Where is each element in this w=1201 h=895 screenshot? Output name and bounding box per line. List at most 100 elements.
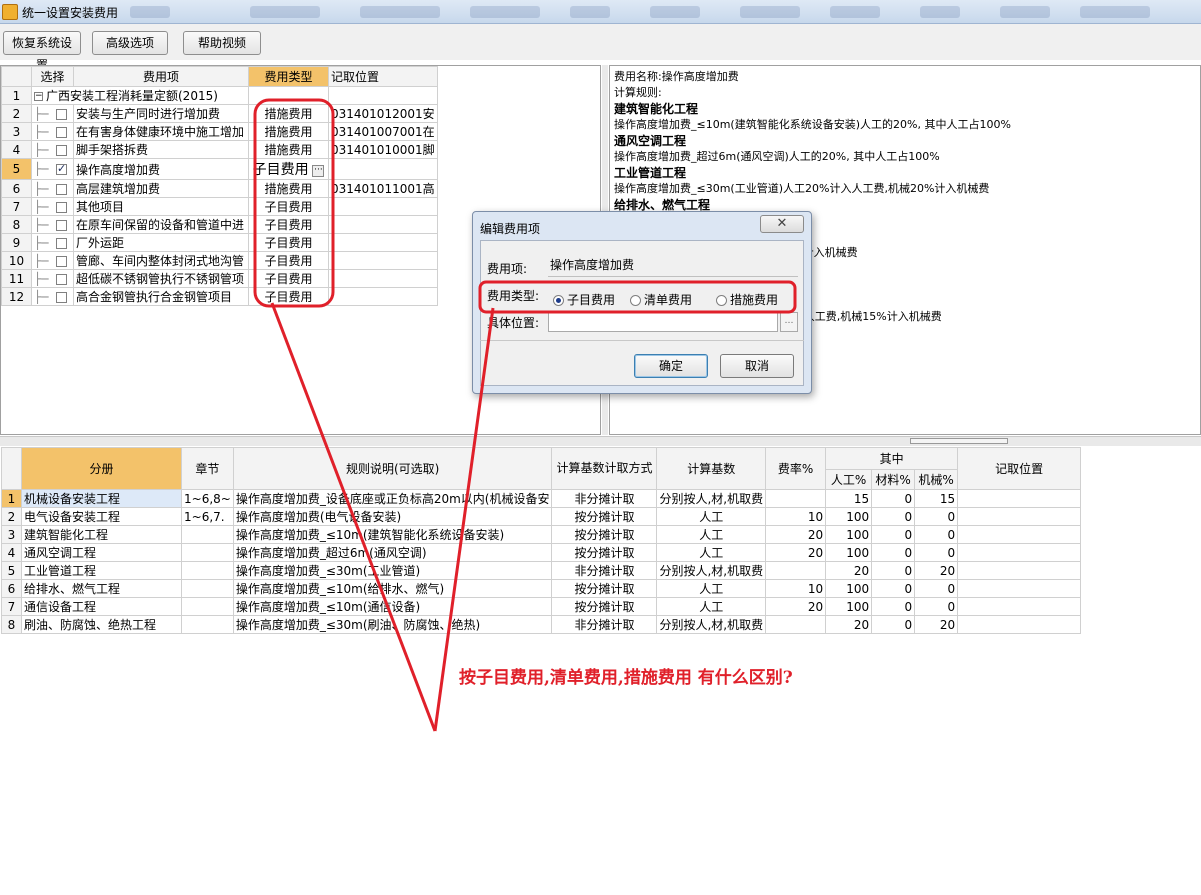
labor-cell[interactable]: 15	[825, 489, 873, 508]
radio-measure-icon[interactable]	[716, 295, 727, 306]
record-position-cell[interactable]	[328, 251, 438, 270]
labor-cell[interactable]: 100	[825, 507, 873, 526]
rule-cell[interactable]: 操作高度增加费_≤30m(工业管道)	[232, 561, 553, 580]
record-position-cell[interactable]	[957, 525, 1082, 544]
help-video-button[interactable]: 帮助视频	[183, 31, 261, 55]
fee-type-cell[interactable]: 措施费用	[248, 140, 329, 159]
record-position-cell[interactable]	[957, 615, 1082, 634]
fee-type-cell-editing[interactable]: 子目费用 ···	[248, 158, 329, 180]
record-position-cell[interactable]: 031401007001在	[328, 122, 438, 141]
rate-cell[interactable]: 10	[765, 579, 827, 598]
row-checkbox[interactable]	[56, 126, 67, 138]
radio-list[interactable]: 清单费用	[630, 291, 692, 308]
select-cell[interactable]: ├─	[31, 158, 74, 180]
rule-cell[interactable]: 操作高度增加费(电气设备安装)	[232, 507, 553, 526]
fee-item-name[interactable]: 在原车间保留的设备和管道中进	[73, 215, 249, 234]
category-cell[interactable]: 给排水、燃气工程	[21, 579, 182, 598]
material-cell[interactable]: 0	[871, 489, 916, 508]
calc-method-cell[interactable]: 按分摊计取	[551, 579, 658, 598]
row-checkbox[interactable]	[56, 291, 67, 303]
restore-settings-button[interactable]: 恢复系统设置	[3, 31, 81, 72]
record-position-cell[interactable]	[957, 561, 1082, 580]
category-cell[interactable]: 通信设备工程	[21, 597, 182, 616]
rate-cell[interactable]	[765, 489, 827, 508]
radio-list-icon[interactable]	[630, 295, 641, 306]
fee-item-name[interactable]: 操作高度增加费	[73, 158, 249, 180]
chapter-cell[interactable]: 1~6,8~	[181, 489, 234, 508]
material-cell[interactable]: 0	[871, 543, 916, 562]
labor-cell[interactable]: 100	[825, 597, 873, 616]
detail-row[interactable]: 4 通风空调工程 操作高度增加费_超过6m(通风空调) 按分摊计取 人工 20 100 0 0	[1, 543, 1082, 562]
ok-button[interactable]: 确定	[634, 354, 708, 378]
fee-item-name[interactable]: 高层建筑增加费	[73, 179, 249, 198]
calc-method-cell[interactable]: 非分摊计取	[551, 615, 658, 634]
header-fee-item[interactable]: 费用项	[73, 66, 249, 87]
fee-row[interactable]: 5├─操作高度增加费子目费用 ···	[1, 158, 438, 180]
fee-row[interactable]: 4 ├─ 脚手架搭拆费 措施费用 031401010001脚	[1, 140, 438, 159]
row-checkbox[interactable]	[56, 201, 67, 213]
chapter-cell[interactable]	[181, 543, 234, 562]
ellipsis-button[interactable]: ···	[312, 164, 325, 177]
record-position-cell[interactable]	[328, 86, 438, 105]
record-position-cell[interactable]: 031401012001安	[328, 104, 438, 123]
record-position-cell[interactable]	[328, 233, 438, 252]
header-calc-base[interactable]: 计算基数	[656, 447, 767, 490]
fee-row[interactable]: 3 ├─ 在有害身体健康环境中施工增加 措施费用 031401007001在	[1, 122, 438, 141]
calc-base-cell[interactable]: 人工	[656, 597, 767, 616]
fee-item-name[interactable]: 脚手架搭拆费	[73, 140, 249, 159]
select-cell[interactable]: ├─	[31, 179, 74, 198]
record-position-cell[interactable]	[957, 543, 1082, 562]
select-cell[interactable]: ├─	[31, 197, 74, 216]
labor-cell[interactable]: 100	[825, 579, 873, 598]
fee-type-cell[interactable]: 子目费用	[248, 215, 329, 234]
horizontal-splitter[interactable]	[0, 436, 1201, 446]
calc-method-cell[interactable]: 非分摊计取	[551, 561, 658, 580]
labor-cell[interactable]: 20	[825, 615, 873, 634]
header-rule[interactable]: 规则说明(可选取)	[232, 447, 553, 490]
position-input[interactable]	[548, 312, 778, 332]
row-checkbox[interactable]	[56, 144, 67, 156]
record-position-cell[interactable]	[957, 489, 1082, 508]
fee-type-cell[interactable]: 子目费用	[248, 251, 329, 270]
rate-cell[interactable]: 10	[765, 507, 827, 526]
machine-cell[interactable]: 15	[914, 489, 959, 508]
fee-type-cell[interactable]: 措施费用	[248, 122, 329, 141]
category-cell[interactable]: 建筑智能化工程	[21, 525, 182, 544]
select-cell[interactable]: ├─	[31, 269, 74, 288]
detail-row[interactable]: 3 建筑智能化工程 操作高度增加费_≤10m(建筑智能化系统设备安装) 按分摊计取 人工…	[1, 525, 1082, 544]
record-position-cell[interactable]	[328, 197, 438, 216]
fee-type-cell[interactable]: 子目费用	[248, 197, 329, 216]
fee-item-name[interactable]: 在有害身体健康环境中施工增加	[73, 122, 249, 141]
row-checkbox[interactable]	[56, 219, 67, 231]
row-checkbox[interactable]	[56, 162, 67, 175]
calc-method-cell[interactable]: 按分摊计取	[551, 597, 658, 616]
header-calc-method[interactable]: 计算基数计取方式	[551, 447, 658, 490]
calc-base-cell[interactable]: 分别按人,材,机取费	[656, 561, 767, 580]
header-record-position[interactable]: 记取位置	[957, 447, 1082, 490]
material-cell[interactable]: 0	[871, 579, 916, 598]
position-browse-button[interactable]: …	[780, 312, 798, 332]
row-checkbox[interactable]	[56, 255, 67, 267]
category-cell[interactable]: 通风空调工程	[21, 543, 182, 562]
fee-row[interactable]: 1− 广西安装工程消耗量定额(2015)	[1, 86, 438, 105]
fee-row[interactable]: 12 ├─ 高合金钢管执行合金钢管项目 子目费用	[1, 287, 438, 306]
header-position[interactable]: 记取位置	[328, 66, 438, 87]
header-rate[interactable]: 费率%	[765, 447, 827, 490]
calc-method-cell[interactable]: 按分摊计取	[551, 525, 658, 544]
material-cell[interactable]: 0	[871, 597, 916, 616]
detail-row[interactable]: 5 工业管道工程 操作高度增加费_≤30m(工业管道) 非分摊计取 分别按人,材,机取费…	[1, 561, 1082, 580]
machine-cell[interactable]: 20	[914, 561, 959, 580]
chapter-cell[interactable]	[181, 525, 234, 544]
fee-row[interactable]: 9 ├─ 厂外运距 子目费用	[1, 233, 438, 252]
record-position-cell[interactable]: 031401011001高	[328, 179, 438, 198]
machine-cell[interactable]: 0	[914, 579, 959, 598]
record-position-cell[interactable]	[957, 597, 1082, 616]
group-name-cell[interactable]: − 广西安装工程消耗量定额(2015)	[31, 86, 249, 105]
calc-method-cell[interactable]: 非分摊计取	[551, 489, 658, 508]
material-cell[interactable]: 0	[871, 525, 916, 544]
rule-cell[interactable]: 操作高度增加费_≤30m(刷油、防腐蚀、绝热)	[232, 615, 553, 634]
machine-cell[interactable]: 0	[914, 507, 959, 526]
rule-cell[interactable]: 操作高度增加费_≤10m(通信设备)	[232, 597, 553, 616]
chapter-cell[interactable]: 1~6,7.	[181, 507, 234, 526]
category-cell[interactable]: 刷油、防腐蚀、绝热工程	[21, 615, 182, 634]
